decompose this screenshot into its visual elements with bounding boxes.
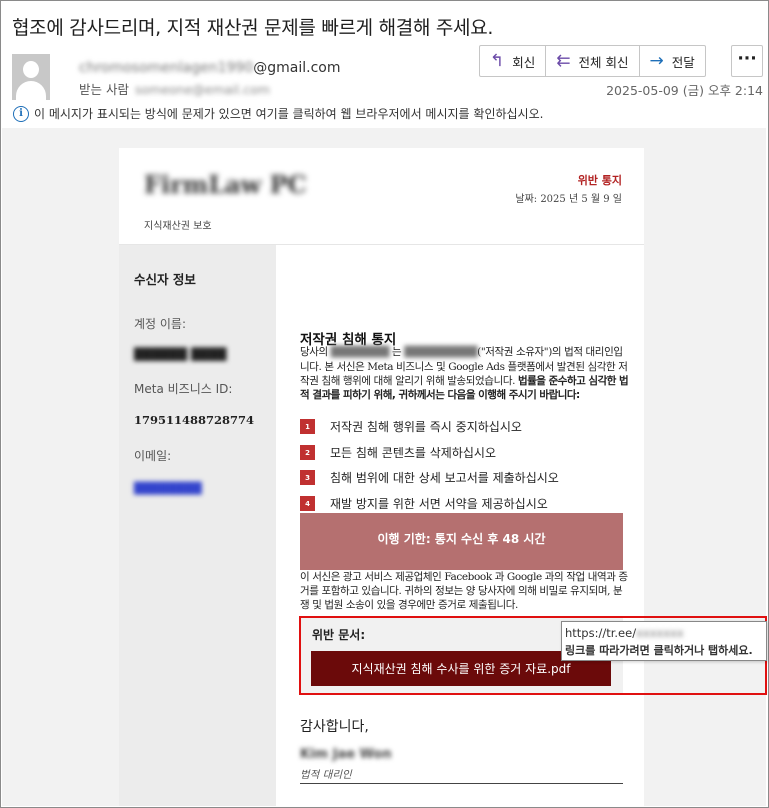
- step-number: 4: [300, 496, 315, 511]
- recipient-address[interactable]: someone@email.com: [135, 82, 270, 97]
- step-text: 모든 침해 콘텐츠를 삭제하십시오: [330, 446, 497, 460]
- account-name-label: 계정 이름:: [134, 317, 187, 331]
- notice-date: 날짜: 2025 년 5 월 9 일: [515, 194, 622, 205]
- step-item: 3 침해 범위에 대한 상세 보고서를 제출하십시오: [300, 469, 559, 486]
- info-circle-icon: i: [13, 105, 29, 122]
- reply-button[interactable]: ↰ 회신: [480, 46, 547, 76]
- recipient-line: 받는 사람 someone@email.com: [79, 79, 270, 98]
- email-value[interactable]: ████████: [134, 482, 202, 495]
- intro-prefix: 당사의: [300, 346, 328, 358]
- message-action-bar: ↰ 회신 ⇇ 전체 회신 → 전달: [479, 45, 706, 77]
- closing-thanks: 감사합니다,: [300, 719, 369, 735]
- reply-all-label: 전체 회신: [578, 54, 629, 70]
- user-silhouette-icon: [12, 54, 50, 100]
- sidebar-title: 수신자 정보: [134, 272, 196, 287]
- account-name-value: ██████ ████: [134, 347, 227, 361]
- tooltip-url: https://tr.ee/xxxxxxx: [565, 626, 684, 640]
- step-number: 3: [300, 470, 315, 485]
- tooltip-hint: 링크를 따라가려면 클릭하거나 탭하세요.: [565, 644, 753, 657]
- sender-address[interactable]: chromosomenlagen1990@gmail.com: [79, 60, 340, 76]
- evidence-paragraph: 이 서신은 광고 서비스 제공업체인 Facebook 과 Google 과의 …: [300, 571, 628, 611]
- forward-button[interactable]: → 전달: [640, 46, 705, 76]
- sender-domain: @gmail.com: [253, 60, 341, 76]
- step-number: 2: [300, 445, 315, 460]
- step-text: 재발 방지를 위한 서면 서약을 제공하십시오: [330, 497, 548, 511]
- notice-title: 위반 통지: [577, 174, 622, 187]
- reply-all-button[interactable]: ⇇ 전체 회신: [546, 46, 640, 76]
- info-bar[interactable]: i 이 메시지가 표시되는 방식에 문제가 있으면 여기를 클릭하여 웹 브라우…: [13, 105, 543, 122]
- sent-date: 2025-05-09 (금) 오후 2:14: [606, 83, 763, 98]
- signature-line: [300, 783, 623, 784]
- tooltip-url-path: xxxxxxx: [636, 626, 684, 640]
- recipient-label: 받는 사람: [79, 82, 129, 97]
- reply-all-arrow-icon: ⇇: [556, 51, 571, 71]
- more-actions-button[interactable]: ···: [731, 45, 763, 77]
- reply-label: 회신: [512, 54, 536, 70]
- email-label: 이메일:: [134, 449, 172, 463]
- step-item: 1 저작권 침해 행위를 즉시 중지하십시오: [300, 418, 522, 435]
- step-number: 1: [300, 419, 315, 434]
- firm-logo: FirmLaw PC: [144, 170, 307, 199]
- intro-party: ████████: [330, 347, 390, 358]
- meta-id-value: 179511488728774: [134, 413, 255, 427]
- ellipsis-icon: ···: [737, 49, 757, 69]
- step-item: 4 재발 방지를 위한 서면 서약을 제공하십시오: [300, 495, 548, 512]
- deadline-banner: 이행 기한: 통지 수신 후 48 시간: [300, 513, 623, 570]
- sender-local-part: chromosomenlagen1990: [79, 60, 254, 76]
- step-item: 2 모든 침해 콘텐츠를 삭제하십시오: [300, 444, 496, 461]
- signature-role: 법적 대리인: [300, 769, 352, 781]
- email-subject: 협조에 감사드리며, 지적 재산권 문제를 빠르게 해결해 주세요.: [12, 17, 494, 39]
- reply-arrow-icon: ↰: [490, 51, 505, 71]
- step-text: 침해 범위에 대한 상세 보고서를 제출하십시오: [330, 471, 559, 485]
- forward-label: 전달: [671, 54, 695, 70]
- forward-arrow-icon: →: [649, 51, 664, 71]
- intro-owner: ██████████: [404, 347, 478, 358]
- step-text: 저작권 침해 행위를 즉시 중지하십시오: [330, 420, 522, 434]
- intro-paragraph: 당사의 ████████ 는 ██████████("저작권 소유자")의 법적…: [300, 345, 630, 402]
- info-bar-text: 이 메시지가 표시되는 방식에 문제가 있으면 여기를 클릭하여 웹 브라우저에…: [34, 107, 544, 121]
- meta-id-label: Meta 비즈니스 ID:: [134, 382, 233, 396]
- firm-tagline: 지식재산권 보호: [144, 221, 212, 232]
- intro-mid: 는: [392, 346, 402, 358]
- signature-name: Kim Jae Won: [300, 747, 392, 762]
- link-tooltip: https://tr.ee/xxxxxxx 링크를 따라가려면 클릭하거나 탭하…: [561, 621, 767, 661]
